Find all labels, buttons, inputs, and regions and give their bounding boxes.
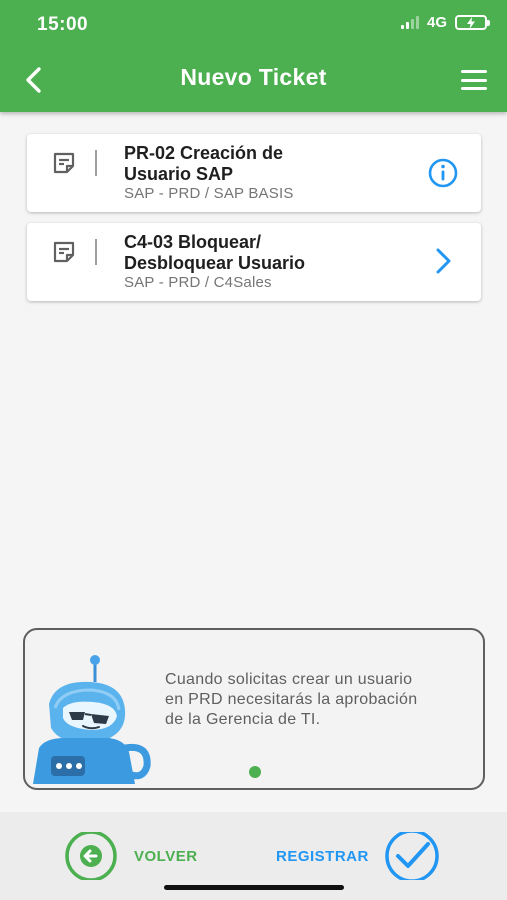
app-header: 15:00 4G Nuevo Ticket: [0, 0, 507, 112]
registrar-label: REGISTRAR: [276, 847, 369, 865]
arrow-left-circle-icon: [65, 832, 117, 880]
ticket-card-c4-03[interactable]: C4-03 Bloquear/ Desbloquear Usuario SAP …: [27, 223, 481, 301]
info-icon[interactable]: [427, 157, 459, 189]
network-label: 4G: [426, 14, 447, 31]
card-divider: [95, 150, 97, 176]
info-carousel: Cuando solicitas crear un usuario en PRD…: [23, 628, 485, 790]
status-time: 15:00: [37, 14, 89, 35]
ticket-subtitle: SAP - PRD / C4Sales: [124, 274, 272, 291]
ticket-title: PR-02 Creación de Usuario SAP: [124, 143, 284, 184]
card-divider: [95, 239, 97, 265]
robot-mascot-icon: [33, 655, 151, 784]
info-message: Cuando solicitas crear un usuario en PRD…: [165, 671, 418, 728]
volver-button[interactable]: VOLVER: [64, 832, 198, 880]
document-icon: [53, 152, 75, 174]
ticket-card-pr-02[interactable]: PR-02 Creación de Usuario SAP SAP - PRD …: [27, 134, 481, 212]
registrar-button[interactable]: REGISTRAR: [276, 832, 441, 880]
hamburger-menu-icon: [461, 70, 487, 73]
home-indicator: [164, 885, 344, 890]
ticket-title: C4-03 Bloquear/ Desbloquear Usuario: [124, 232, 306, 273]
ticket-subtitle: SAP - PRD / SAP BASIS: [124, 185, 294, 202]
volver-label: VOLVER: [134, 847, 198, 865]
check-circle-icon: [385, 832, 439, 880]
status-indicators: 4G: [400, 14, 490, 31]
signal-icon: [400, 16, 419, 29]
battery-charging-icon: [455, 15, 490, 30]
chevron-right-icon[interactable]: [427, 245, 459, 277]
page-title: Nuevo Ticket: [180, 64, 327, 90]
document-icon: [53, 241, 75, 263]
menu-button[interactable]: [461, 70, 487, 90]
carousel-dot[interactable]: [249, 766, 261, 778]
